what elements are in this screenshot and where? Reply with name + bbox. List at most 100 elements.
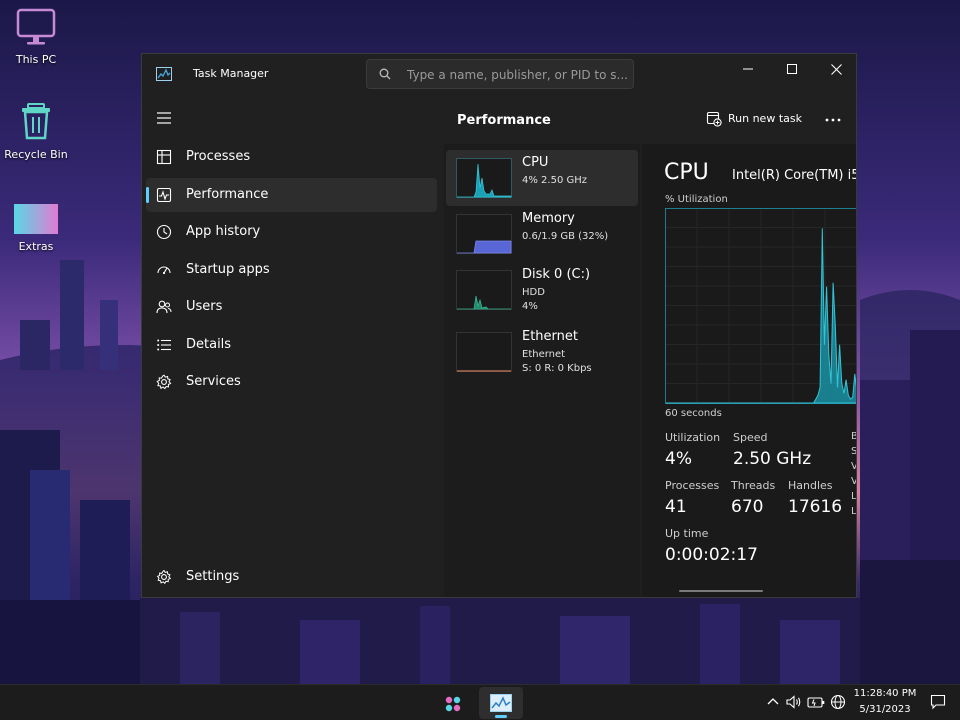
battery-icon[interactable]: [807, 693, 825, 711]
task-manager-icon: [490, 694, 512, 712]
handles-value: 17616: [788, 497, 843, 517]
page-title: Performance: [457, 113, 551, 128]
details-icon: [157, 339, 171, 351]
processes-label: Processes: [665, 479, 720, 492]
resource-item-memory[interactable]: Memory 0.6/1.9 GB (32%): [446, 206, 638, 262]
sidebar-item-label: Details: [186, 337, 232, 352]
sidebar-item-processes[interactable]: Processes: [146, 140, 437, 174]
sidebar-item-label: Services: [186, 374, 241, 389]
desktop-icon-label: Extras: [18, 240, 54, 253]
utilization-label: Utilization: [665, 431, 721, 444]
chevron-up-icon[interactable]: [764, 693, 782, 711]
sidebar-item-startup-apps[interactable]: Startup apps: [146, 253, 437, 287]
disk-mini-graph: [456, 270, 512, 310]
handles-label: Handles: [788, 479, 833, 492]
notification-icon[interactable]: [929, 693, 947, 711]
resource-detail: HDD: [522, 287, 545, 298]
volume-icon[interactable]: [785, 693, 803, 711]
sidebar-item-label: Users: [186, 299, 223, 314]
clipped-label: L: [851, 506, 857, 517]
uptime-label: Up time: [665, 527, 709, 540]
resource-detail: 4% 2.50 GHz: [522, 175, 588, 186]
ethernet-mini-graph: [456, 332, 512, 372]
desktop-icon-extras[interactable]: Extras: [0, 202, 72, 253]
search-box[interactable]: [366, 59, 634, 89]
sidebar-item-settings[interactable]: Settings: [146, 560, 437, 594]
resource-name: CPU: [522, 155, 549, 170]
resource-detail: 4%: [522, 301, 538, 312]
run-new-task-label: Run new task: [728, 112, 802, 125]
gear-icon: [156, 569, 172, 585]
sidebar-item-label: Settings: [186, 569, 240, 584]
cpu-mini-graph: [456, 158, 512, 198]
menu-button[interactable]: [152, 106, 176, 130]
search-icon: [379, 68, 391, 80]
sidebar-item-app-history[interactable]: App history: [146, 215, 437, 249]
minimize-icon: [743, 68, 753, 70]
start-button[interactable]: [440, 691, 466, 717]
clock-time[interactable]: 11:28:40 PM: [852, 688, 918, 699]
cpu-model: Intel(R) Core(TM) i5: [732, 168, 857, 183]
sidebar-item-services[interactable]: Services: [146, 365, 437, 399]
resource-detail: Ethernet: [522, 349, 566, 360]
scroll-indicator[interactable]: [679, 590, 763, 592]
close-icon: [830, 63, 842, 75]
speed-label: Speed: [733, 431, 768, 444]
startup-icon: [157, 266, 171, 275]
title-bar[interactable]: Task Manager: [142, 54, 856, 96]
resource-item-cpu[interactable]: CPU 4% 2.50 GHz: [446, 150, 638, 206]
graph-time-label: 60 seconds: [665, 408, 722, 419]
clock-date[interactable]: 5/31/2023: [852, 704, 918, 715]
maximize-button[interactable]: [770, 54, 814, 84]
run-task-icon: [706, 111, 722, 127]
resource-name: Disk 0 (C:): [522, 267, 591, 282]
clipped-label: V: [851, 461, 856, 472]
users-icon: [156, 300, 172, 314]
desktop-icon-label: Recycle Bin: [4, 148, 68, 161]
resource-item-disk[interactable]: Disk 0 (C:) HDD 4%: [446, 262, 638, 318]
minimize-button[interactable]: [726, 54, 770, 84]
uptime-value: 0:00:02:17: [665, 545, 758, 565]
history-icon: [156, 224, 172, 240]
taskbar-task-manager-button[interactable]: [479, 687, 523, 719]
sidebar-item-label: App history: [186, 224, 261, 239]
graph-label: % Utilization: [665, 194, 728, 205]
resource-item-ethernet[interactable]: Ethernet Ethernet S: 0 R: 0 Kbps: [446, 324, 638, 380]
desktop-icon-recycle-bin[interactable]: Recycle Bin: [0, 100, 72, 161]
processes-value: 41: [665, 497, 687, 517]
sidebar-item-users[interactable]: Users: [146, 290, 437, 324]
threads-label: Threads: [731, 479, 776, 492]
sidebar: Processes Performance App history Startu…: [142, 96, 442, 597]
close-button[interactable]: [814, 54, 856, 84]
more-icon: [825, 118, 841, 122]
threads-value: 670: [731, 497, 764, 517]
resource-list: CPU 4% 2.50 GHz Memory 0.6/1.9 GB (32%) …: [444, 144, 640, 597]
more-options-button[interactable]: [819, 108, 847, 132]
processes-icon: [156, 149, 172, 165]
hamburger-icon: [157, 112, 171, 124]
desktop-icon-label: This PC: [15, 53, 57, 66]
clipped-label: B: [851, 431, 856, 442]
sidebar-item-details[interactable]: Details: [146, 328, 437, 362]
search-input[interactable]: [407, 65, 627, 85]
cpu-utilization-graph: [665, 208, 856, 404]
network-globe-icon[interactable]: [829, 693, 847, 711]
clipped-label: V: [851, 476, 856, 487]
resource-detail: 0.6/1.9 GB (32%): [522, 231, 609, 242]
cpu-detail-panel: CPU Intel(R) Core(TM) i5 % Utilization 6…: [642, 144, 857, 597]
performance-icon: [156, 187, 172, 203]
recycle-bin-icon: [22, 103, 50, 140]
resource-name: Ethernet: [522, 329, 578, 344]
clipped-label: L: [851, 491, 857, 502]
detail-title: CPU: [664, 160, 709, 185]
monitor-icon: [16, 8, 56, 45]
sidebar-item-label: Startup apps: [186, 262, 270, 277]
folder-icon: [14, 204, 58, 234]
memory-mini-graph: [456, 214, 512, 254]
desktop-icon-this-pc[interactable]: This PC: [0, 6, 72, 66]
clipped-label: S: [851, 446, 857, 457]
task-manager-icon: [156, 67, 172, 81]
start-icon: [445, 696, 461, 712]
resource-name: Memory: [522, 211, 575, 226]
sidebar-item-performance[interactable]: Performance: [146, 178, 437, 212]
